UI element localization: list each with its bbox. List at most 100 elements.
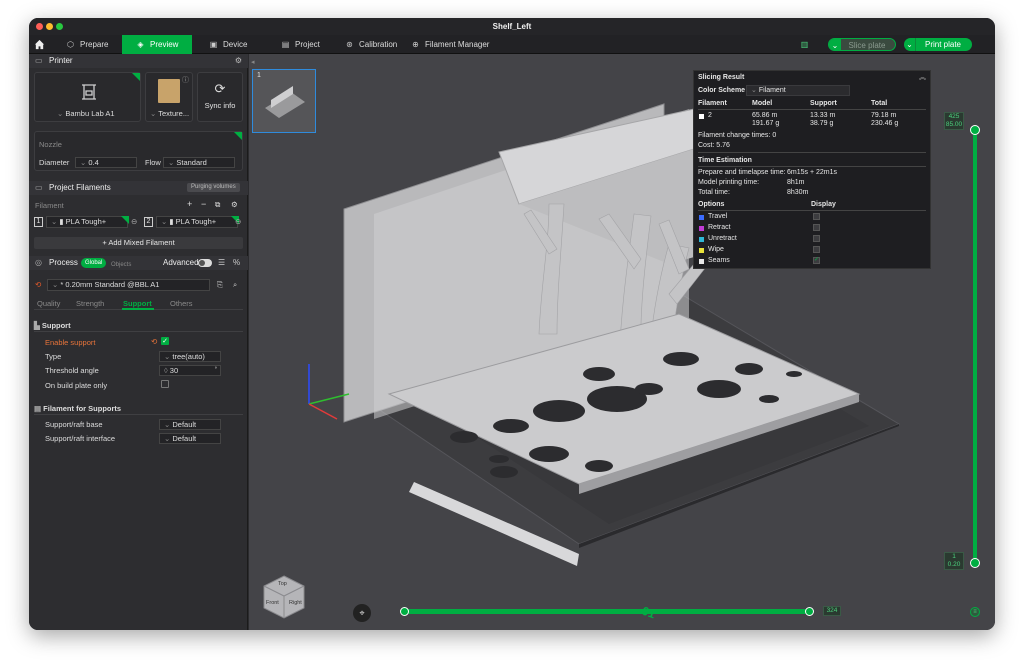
layer-slider[interactable] — [970, 125, 980, 568]
close-window-button[interactable] — [36, 23, 43, 30]
save-profile-icon[interactable]: ⎘ — [217, 280, 223, 290]
filament-2-edit-icon[interactable]: ⊖ — [235, 217, 241, 226]
menu-calibration[interactable]: ⊛ Calibration — [345, 35, 397, 54]
flow-select[interactable]: ⌄ Standard — [163, 157, 235, 168]
support-interface-select[interactable]: ⌄ Default — [159, 433, 221, 444]
reset-icon[interactable]: ⟲ — [35, 280, 41, 289]
settings-gear-icon[interactable]: ⚙ — [235, 54, 242, 68]
plate-stats-icon[interactable]: ▥ — [800, 35, 814, 54]
process-profile-select[interactable]: ⌄ * 0.20mm Standard @BBL A1 — [47, 279, 210, 291]
view-nav-cube[interactable]: Top Front Right — [259, 572, 309, 622]
printer-card[interactable]: ⌄ Bambu Lab A1 — [34, 72, 141, 122]
menu-project[interactable]: ▤ Project — [281, 35, 320, 54]
textured-plate-thumbnail — [158, 79, 180, 103]
unretract-display-checkbox[interactable] — [813, 235, 820, 242]
reset-icon[interactable]: ⟲ — [151, 337, 157, 346]
move-value-badge: 324 — [823, 606, 841, 616]
tab-strength[interactable]: Strength — [76, 299, 104, 308]
retract-display-checkbox[interactable] — [813, 224, 820, 231]
travel-display-checkbox[interactable] — [813, 213, 820, 220]
compare-icon[interactable]: % — [233, 256, 240, 270]
add-filament-button[interactable]: + — [187, 199, 192, 209]
plate-thumbnail[interactable]: 1 — [252, 69, 316, 133]
filament-2-select[interactable]: ⌄ ▮ PLA Tough+ — [156, 216, 238, 228]
support-type-select[interactable]: ⌄ tree(auto) — [159, 351, 221, 362]
layer-slider-top-handle[interactable] — [970, 125, 980, 135]
collapse-panel-icon[interactable]: ︽ — [919, 72, 926, 82]
seams-display-checkbox[interactable]: ✓ — [813, 257, 820, 264]
filament-1-edit-icon[interactable]: ⊖ — [131, 217, 137, 226]
layer-settings-icon[interactable]: ≡ — [970, 607, 980, 617]
add-mixed-filament-button[interactable]: + Add Mixed Filament — [34, 237, 243, 249]
fit-view-icon[interactable]: ⌖ — [353, 604, 371, 622]
sync-info-button[interactable]: ⟳ Sync info — [197, 72, 243, 122]
filament-supports-heading: ▤ Filament for Supports — [34, 404, 122, 413]
process-icon: ◎ — [35, 258, 42, 267]
app-window: Shelf_Left ⬡ Prepare ◈ Preview ▣ Device ▤ Pr… — [29, 18, 995, 630]
chevron-down-icon[interactable]: ⌄ — [829, 39, 841, 50]
filaments-section-header: ▭ Project Filaments Purging volumes — [29, 181, 248, 195]
device-icon: ▣ — [209, 40, 218, 49]
cube-icon — [263, 575, 305, 619]
support-heading: ▙ Support — [34, 321, 71, 330]
cube-icon: ⬡ — [67, 40, 74, 49]
global-toggle[interactable]: Global — [81, 258, 107, 268]
tab-support[interactable]: Support — [123, 299, 152, 308]
objects-toggle[interactable]: Objects — [111, 258, 131, 272]
move-slider-handle[interactable] — [805, 607, 814, 616]
travel-swatch — [699, 215, 704, 220]
calibration-icon: ⊛ — [346, 40, 353, 49]
top-layer-badge: 425 85.00 — [944, 112, 964, 130]
plate-type-card[interactable]: ⓘ ⌄ Texture... — [145, 72, 193, 122]
enable-support-checkbox[interactable]: ✓ — [161, 337, 169, 345]
printer-section-header: ▭ Printer ⚙ — [29, 54, 248, 68]
top-navbar: ⬡ Prepare ◈ Preview ▣ Device ▤ Project ⊛ Cali… — [29, 35, 995, 54]
minimize-window-button[interactable] — [46, 23, 53, 30]
printer-icon: ▭ — [35, 56, 43, 65]
process-section-header: ◎ Process Global Objects Advanced ☰ % — [29, 256, 248, 270]
filament-sync-icon[interactable]: ⧉ — [215, 200, 220, 210]
remove-filament-button[interactable]: − — [201, 199, 206, 209]
tab-prepare[interactable]: ⬡ Prepare — [66, 35, 108, 54]
filament-1-select[interactable]: ⌄ ▮ PLA Tough+ — [46, 216, 128, 228]
window-title: Shelf_Left — [492, 22, 532, 31]
menu-filament-manager[interactable]: ⊕ Filament Manager — [411, 35, 489, 54]
zoom-window-button[interactable] — [56, 23, 63, 30]
support-base-select[interactable]: ⌄ Default — [159, 419, 221, 430]
list-icon[interactable]: ☰ — [218, 256, 225, 270]
printer-model-icon — [82, 84, 96, 100]
tab-preview[interactable]: ◈ Preview — [122, 35, 193, 54]
filament-spool-icon: ⊕ — [412, 40, 419, 49]
filament-supports-icon: ▤ — [34, 404, 44, 413]
move-slider-start-handle[interactable] — [400, 607, 409, 616]
left-sidebar: ▭ Printer ⚙ ⌄ Bambu Lab A1 ⓘ ⌄ Texture..… — [29, 54, 248, 630]
color-scheme-select[interactable]: ⌄ Filament — [746, 85, 850, 96]
nozzle-card: Nozzle Diameter ⌄ 0.4 Flow ⌄ Standard — [34, 131, 243, 171]
project-icon: ▤ — [281, 40, 290, 49]
move-slider[interactable] — [400, 607, 814, 616]
slice-plate-button[interactable]: ⌄ Slice plate — [828, 38, 896, 51]
filament-settings-gear-icon[interactable]: ⚙ — [231, 200, 238, 209]
diameter-select[interactable]: ⌄ 0.4 — [75, 157, 137, 168]
chevron-down-icon[interactable]: ⌄ — [904, 38, 916, 51]
tab-quality[interactable]: Quality — [37, 299, 60, 308]
search-icon[interactable]: ⌕ — [233, 280, 237, 290]
layer-slider-bottom-handle[interactable] — [970, 558, 980, 568]
advanced-switch[interactable] — [198, 259, 212, 267]
home-icon[interactable] — [34, 35, 47, 54]
print-plate-button[interactable]: ⌄ Print plate — [904, 38, 972, 51]
process-tabs: Quality Strength Support Others — [34, 295, 243, 310]
collapse-plates-icon[interactable]: ◂ — [251, 58, 260, 66]
wipe-display-checkbox[interactable] — [813, 246, 820, 253]
unretract-swatch — [699, 237, 704, 242]
title-bar: Shelf_Left — [29, 18, 995, 35]
sync-icon: ⟳ — [214, 81, 226, 96]
plate-preview-icon — [265, 86, 305, 118]
info-icon[interactable]: ⓘ — [182, 75, 189, 85]
purging-volumes-button[interactable]: Purging volumes — [187, 183, 240, 192]
tab-others[interactable]: Others — [170, 299, 193, 308]
build-plate-only-checkbox[interactable] — [161, 380, 169, 388]
threshold-angle-input[interactable]: ◊ 30 ° — [159, 365, 221, 376]
wipe-swatch — [699, 248, 704, 253]
tab-device[interactable]: ▣ Device — [209, 35, 248, 54]
